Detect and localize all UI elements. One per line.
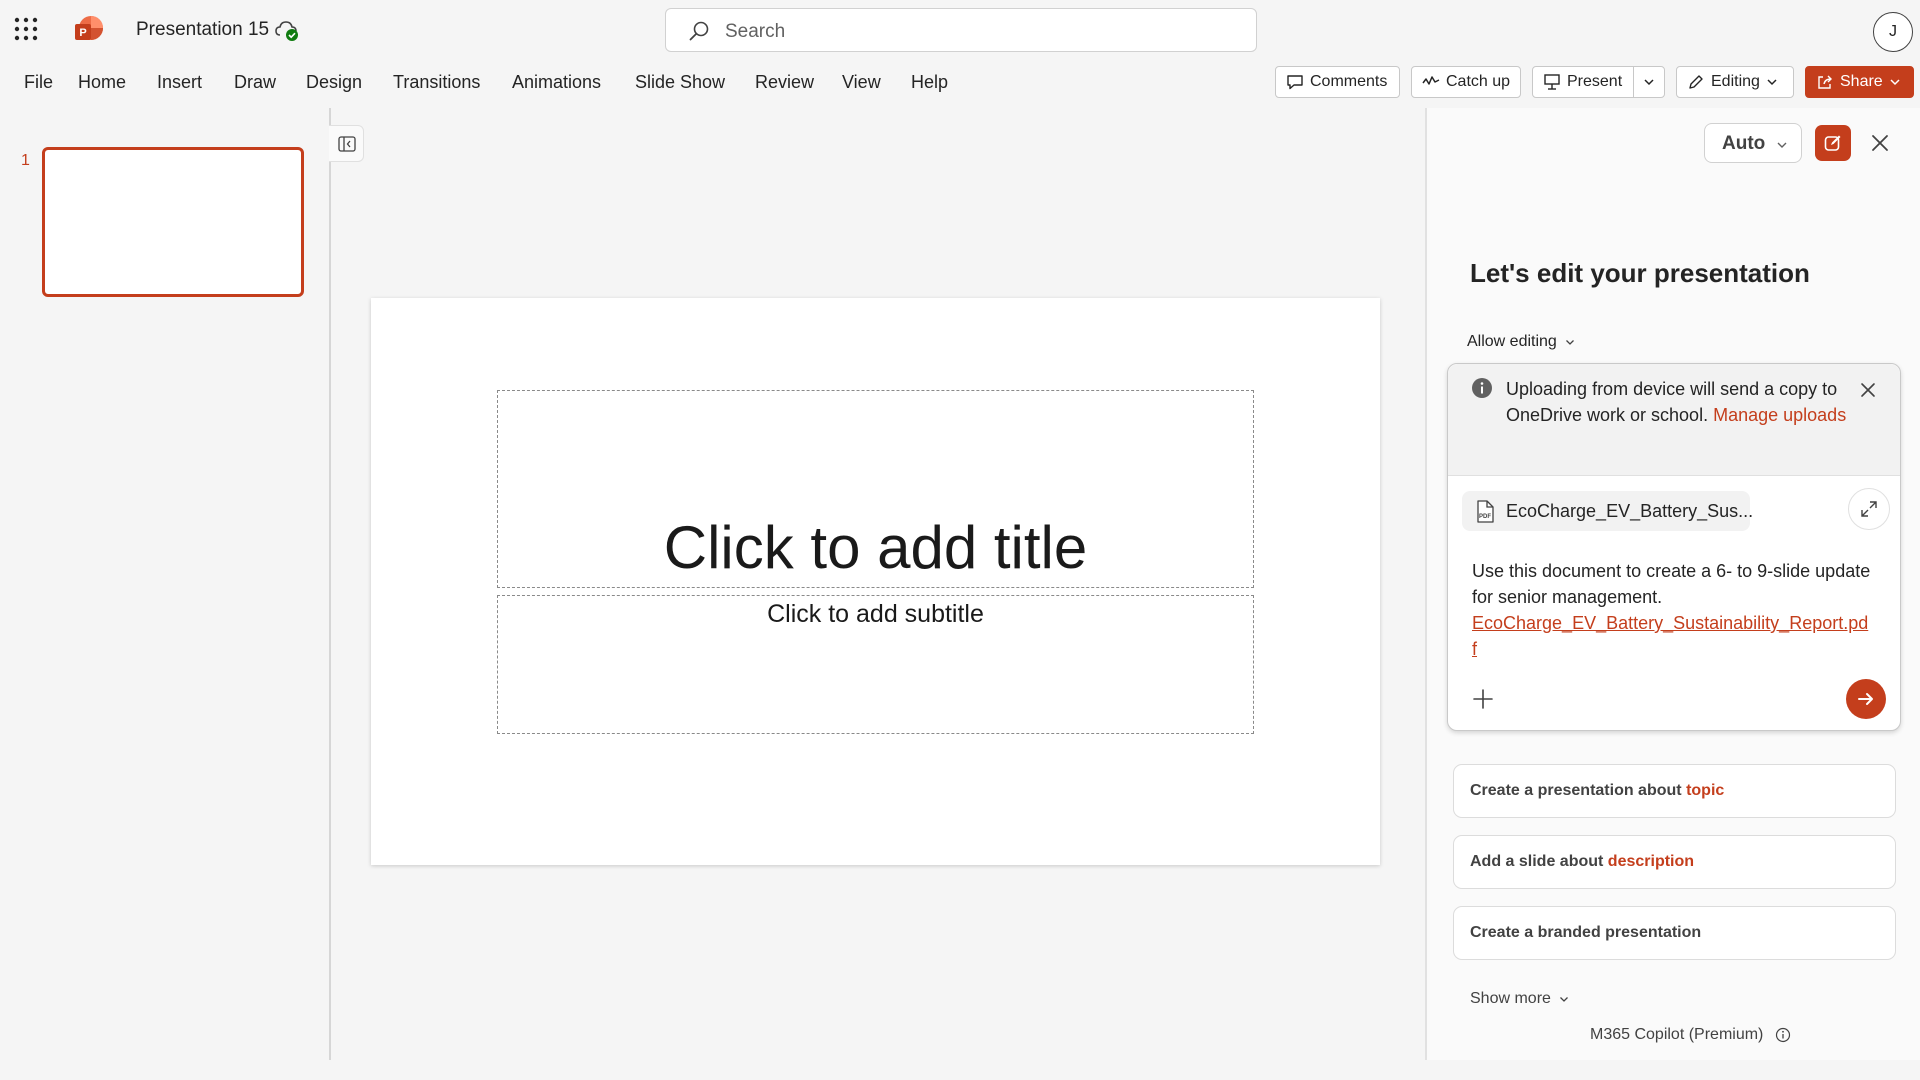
present-label: Present: [1567, 73, 1623, 90]
menu-review[interactable]: Review: [755, 72, 814, 93]
chevron-down-icon: [1777, 142, 1787, 148]
show-more-label: Show more: [1470, 990, 1551, 1007]
slide-thumbnail[interactable]: [42, 147, 304, 297]
search-box[interactable]: Search: [665, 8, 1257, 52]
mode-label: Auto: [1722, 133, 1766, 154]
suggestion-text: Create a presentation about topic: [1470, 782, 1724, 800]
account-avatar[interactable]: J: [1873, 12, 1913, 52]
present-button[interactable]: Present: [1532, 66, 1634, 98]
pane-divider: [329, 108, 331, 1060]
suggestion-branded-presentation[interactable]: Create a branded presentation: [1453, 906, 1896, 960]
chevron-down-icon: [1767, 79, 1777, 86]
info-icon[interactable]: [1775, 1027, 1791, 1043]
slide-thumbnail-number: 1: [21, 152, 30, 169]
copilot-mode-dropdown[interactable]: Auto: [1704, 123, 1802, 163]
chevron-down-icon: [1890, 79, 1900, 86]
expand-composer-button[interactable]: [1848, 488, 1890, 530]
chevron-down-icon: [1644, 79, 1654, 86]
chevron-down-icon: [1559, 997, 1568, 1002]
menu-animations[interactable]: Animations: [512, 72, 601, 93]
catch-up-label: Catch up: [1446, 73, 1511, 90]
new-chat-icon: [1824, 135, 1841, 151]
allow-editing-label: Allow editing: [1467, 333, 1557, 350]
copilot-heading: Let's edit your presentation: [1470, 258, 1810, 288]
suggestion-text: Create a branded presentation: [1470, 924, 1701, 942]
dismiss-notice-button[interactable]: [1859, 381, 1877, 399]
allow-editing-dropdown[interactable]: Allow editing: [1467, 333, 1575, 351]
present-options-dropdown[interactable]: [1633, 66, 1665, 98]
pdf-file-icon: PDF: [1477, 500, 1494, 523]
prompt-file-reference-link[interactable]: EcoCharge_EV_Battery_Sustainability_Repo…: [1472, 613, 1868, 659]
comments-button[interactable]: Comments: [1275, 66, 1400, 98]
present-icon: [1544, 74, 1560, 90]
comment-icon: [1287, 75, 1303, 90]
send-button[interactable]: [1846, 679, 1886, 719]
suggestion-text: Add a slide about description: [1470, 853, 1694, 871]
svg-text:PDF: PDF: [1479, 514, 1491, 520]
manage-uploads-link[interactable]: Manage uploads: [1713, 405, 1846, 425]
subtitle-placeholder[interactable]: Click to add subtitle: [497, 595, 1254, 734]
attached-file-chip[interactable]: PDF EcoCharge_EV_Battery_Sus...: [1462, 491, 1754, 531]
prompt-input[interactable]: Use this document to create a 6- to 9-sl…: [1472, 558, 1872, 662]
prompt-text-body: Use this document to create a 6- to 9-sl…: [1472, 561, 1871, 607]
share-label: Share: [1840, 73, 1883, 90]
close-panel-button[interactable]: [1870, 133, 1890, 153]
menu-transitions[interactable]: Transitions: [393, 72, 480, 93]
catch-up-button[interactable]: Catch up: [1411, 66, 1521, 98]
panel-toggle-button[interactable]: [329, 125, 364, 162]
share-button[interactable]: Share: [1805, 66, 1914, 98]
subtitle-placeholder-text: Click to add subtitle: [767, 600, 984, 628]
add-attachment-button[interactable]: [1471, 687, 1495, 711]
document-title[interactable]: Presentation 15: [136, 19, 269, 41]
search-icon: [688, 20, 710, 42]
menu-insert[interactable]: Insert: [157, 72, 202, 93]
share-icon: [1818, 75, 1832, 89]
menu-design[interactable]: Design: [306, 72, 362, 93]
suggestion-prefix: Create a branded presentation: [1470, 924, 1702, 941]
title-placeholder-text: Click to add title: [663, 514, 1088, 581]
powerpoint-logo-icon[interactable]: P: [73, 14, 105, 46]
comments-label: Comments: [1310, 73, 1388, 90]
menu-file[interactable]: File: [24, 72, 53, 93]
send-arrow-icon: [1858, 693, 1873, 705]
menu-home[interactable]: Home: [78, 72, 126, 93]
app-launcher-waffle-icon[interactable]: [14, 17, 38, 41]
info-icon: [1471, 377, 1493, 399]
suggestion-prefix: Add a slide about: [1470, 853, 1604, 870]
svg-text:P: P: [79, 27, 86, 39]
menu-slide-show[interactable]: Slide Show: [635, 72, 725, 93]
menu-view[interactable]: View: [842, 72, 881, 93]
close-icon: [1872, 135, 1888, 151]
show-more-button[interactable]: Show more: [1470, 990, 1569, 1008]
expand-icon: [1861, 501, 1877, 517]
attached-file-name: EcoCharge_EV_Battery_Sus...: [1506, 501, 1754, 521]
title-placeholder[interactable]: Click to add title: [497, 390, 1254, 588]
cloud-saved-icon[interactable]: [274, 17, 300, 43]
suggestion-create-presentation[interactable]: Create a presentation about topic: [1453, 764, 1896, 818]
menu-draw[interactable]: Draw: [234, 72, 276, 93]
menu-help[interactable]: Help: [911, 72, 948, 93]
suggestion-prefix: Create a presentation about: [1470, 782, 1682, 799]
close-icon: [1861, 383, 1875, 397]
pencil-icon: [1689, 75, 1703, 89]
suggestion-highlight: description: [1607, 853, 1695, 870]
new-chat-button[interactable]: [1815, 125, 1851, 161]
upload-notice-text: Uploading from device will send a copy t…: [1506, 376, 1851, 428]
plus-icon: [1473, 689, 1493, 709]
editing-label: Editing: [1711, 73, 1760, 90]
panel-toggle-icon: [338, 136, 356, 152]
chevron-down-icon: [1565, 340, 1574, 345]
suggestion-add-slide[interactable]: Add a slide about description: [1453, 835, 1896, 889]
copilot-license-note: M365 Copilot (Premium): [1590, 1026, 1791, 1044]
suggestion-highlight: topic: [1686, 782, 1725, 799]
editing-mode-button[interactable]: Editing: [1676, 66, 1794, 98]
catchup-icon: [1422, 76, 1440, 85]
search-placeholder: Search: [725, 21, 786, 42]
copilot-license-label: M365 Copilot (Premium): [1590, 1026, 1764, 1043]
